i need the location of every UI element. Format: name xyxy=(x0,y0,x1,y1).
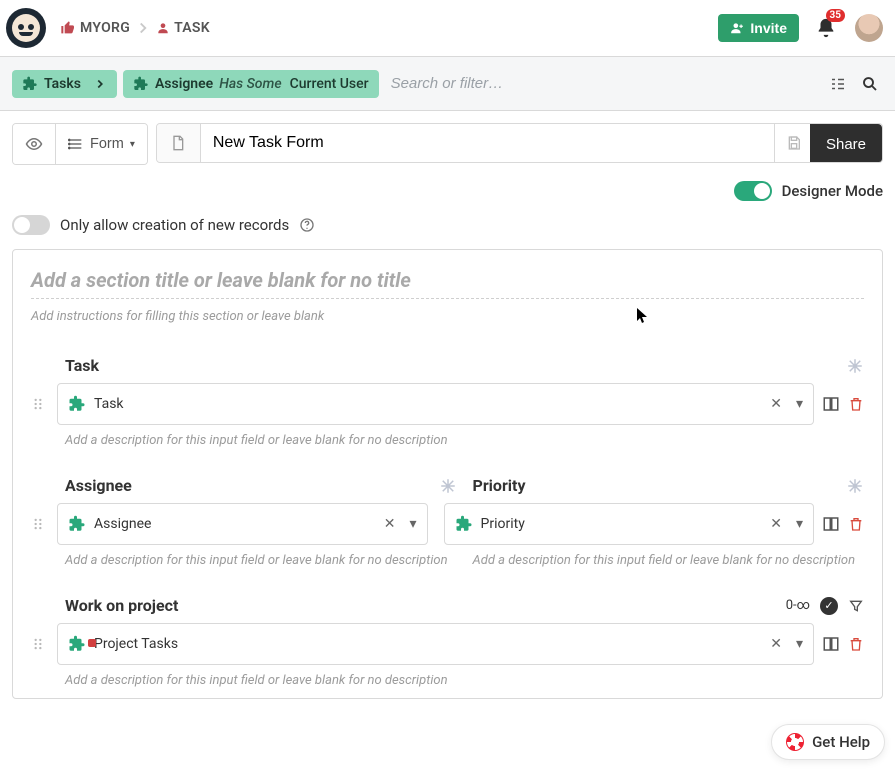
designer-mode-toggle[interactable] xyxy=(734,181,772,201)
caret-down-icon[interactable]: ▾ xyxy=(794,636,805,652)
required-star-icon[interactable] xyxy=(846,357,864,375)
title-bar: Form ▾ Share xyxy=(0,111,895,177)
share-button[interactable]: Share xyxy=(810,124,882,163)
field-selector[interactable]: Priority ✕ ▾ xyxy=(444,503,815,545)
clear-icon[interactable]: ✕ xyxy=(766,396,786,412)
form-title-input[interactable] xyxy=(201,124,774,162)
drag-handle-icon[interactable] xyxy=(31,515,49,533)
field-selector-value: Priority xyxy=(481,516,759,532)
entity-pill[interactable]: Tasks xyxy=(12,70,117,98)
field-selector[interactable]: Assignee ✕ ▾ xyxy=(57,503,428,545)
split-columns-icon[interactable] xyxy=(822,395,840,413)
search-input[interactable] xyxy=(385,67,819,100)
field-label[interactable]: Work on project xyxy=(65,596,178,615)
cardinality-badge[interactable]: 0-∞ xyxy=(786,598,810,613)
get-help-label: Get Help xyxy=(812,733,870,751)
drag-handle-icon[interactable] xyxy=(31,635,49,653)
person-icon xyxy=(156,21,170,35)
filter-op-label: Has Some xyxy=(219,76,281,92)
required-star-icon[interactable] xyxy=(846,477,864,495)
filter-field-label: Assignee xyxy=(155,76,213,92)
field-label[interactable]: Assignee xyxy=(65,476,132,495)
caret-down-icon[interactable]: ▾ xyxy=(407,516,418,532)
section-title-input[interactable]: Add a section title or leave blank for n… xyxy=(31,268,864,299)
app-header: MYORG TASK Invite 35 xyxy=(0,0,895,57)
field-description-input[interactable]: Add a description for this input field o… xyxy=(65,433,864,448)
delete-icon[interactable] xyxy=(848,396,864,412)
form-title-wrap: Share xyxy=(156,123,883,163)
visibility-toggle-button[interactable] xyxy=(13,124,55,164)
breadcrumb-org[interactable]: MYORG xyxy=(80,20,130,36)
clear-icon[interactable]: ✕ xyxy=(766,636,786,652)
get-help-button[interactable]: Get Help xyxy=(771,724,885,760)
drag-handle-icon[interactable] xyxy=(31,395,49,413)
life-ring-icon xyxy=(786,733,804,751)
cursor-icon xyxy=(637,308,649,324)
filter-value-label: Current User xyxy=(290,76,369,92)
breadcrumb-entity[interactable]: TASK xyxy=(174,20,210,36)
puzzle-icon xyxy=(133,76,149,92)
clear-icon[interactable]: ✕ xyxy=(380,516,400,532)
clear-icon[interactable]: ✕ xyxy=(766,516,786,532)
caret-down-icon[interactable]: ▾ xyxy=(794,396,805,412)
puzzle-icon xyxy=(22,76,38,92)
field-description-input[interactable]: Add a description for this input field o… xyxy=(65,553,457,568)
caret-down-icon: ▾ xyxy=(130,139,135,150)
puzzle-icon xyxy=(455,515,473,533)
field-selector[interactable]: Project Tasks ✕ ▾ xyxy=(57,623,814,665)
field-selector-value: Assignee xyxy=(94,516,372,532)
field-label[interactable]: Task xyxy=(65,356,99,375)
designer-mode-label: Designer Mode xyxy=(782,182,883,200)
invite-label: Invite xyxy=(750,20,787,36)
help-icon[interactable] xyxy=(299,217,315,233)
notifications-button[interactable]: 35 xyxy=(815,17,837,39)
user-avatar[interactable] xyxy=(855,14,883,42)
save-icon[interactable] xyxy=(774,124,814,162)
notification-count-badge: 35 xyxy=(826,9,845,22)
filter-bar: Tasks Assignee Has Some Current User xyxy=(0,57,895,111)
app-logo[interactable] xyxy=(6,8,46,48)
entity-pill-label: Tasks xyxy=(44,76,81,92)
list-columns-icon[interactable] xyxy=(825,71,851,97)
delete-icon[interactable] xyxy=(848,516,864,532)
filter-icon[interactable] xyxy=(848,598,864,614)
view-switcher-group: Form ▾ xyxy=(12,123,148,165)
field-block-task: Task Task ✕ ▾ xyxy=(31,356,864,448)
caret-down-icon[interactable]: ▾ xyxy=(794,516,805,532)
filter-pill[interactable]: Assignee Has Some Current User xyxy=(123,70,379,98)
split-columns-icon[interactable] xyxy=(822,515,840,533)
allow-creation-toggle[interactable] xyxy=(12,215,50,235)
delete-icon[interactable] xyxy=(848,636,864,652)
field-selector[interactable]: Task ✕ ▾ xyxy=(57,383,814,425)
required-star-icon[interactable] xyxy=(439,477,457,495)
thumbs-up-icon xyxy=(60,20,76,36)
puzzle-icon xyxy=(68,395,86,413)
person-plus-icon xyxy=(730,21,744,35)
check-badge-icon[interactable]: ✓ xyxy=(820,597,838,615)
designer-mode-row: Designer Mode xyxy=(0,177,895,209)
field-selector-value: Project Tasks xyxy=(94,636,758,652)
split-columns-icon[interactable] xyxy=(822,635,840,653)
field-label[interactable]: Priority xyxy=(473,476,526,495)
allow-creation-row: Only allow creation of new records xyxy=(0,209,895,249)
allow-creation-label: Only allow creation of new records xyxy=(60,216,289,234)
field-block-assignee-priority: Assignee Priority A xyxy=(31,476,864,568)
view-type-dropdown[interactable]: Form ▾ xyxy=(56,124,147,164)
chevron-right-icon xyxy=(134,19,152,37)
invite-button[interactable]: Invite xyxy=(718,14,799,42)
field-description-input[interactable]: Add a description for this input field o… xyxy=(65,673,864,688)
search-icon[interactable] xyxy=(857,71,883,97)
chevron-right-icon xyxy=(93,77,107,91)
field-block-project: Work on project 0-∞ ✓ Proj xyxy=(31,596,864,688)
section-instructions-input[interactable]: Add instructions for filling this sectio… xyxy=(31,299,864,328)
field-selector-value: Task xyxy=(94,396,758,412)
document-icon xyxy=(157,124,201,162)
puzzle-icon xyxy=(68,515,86,533)
view-type-label: Form xyxy=(90,136,124,152)
share-label: Share xyxy=(826,136,866,153)
puzzle-error-icon xyxy=(68,635,86,653)
form-canvas: Add a section title or leave blank for n… xyxy=(12,249,883,699)
field-description-input[interactable]: Add a description for this input field o… xyxy=(473,553,865,568)
breadcrumb: MYORG TASK xyxy=(60,19,210,37)
